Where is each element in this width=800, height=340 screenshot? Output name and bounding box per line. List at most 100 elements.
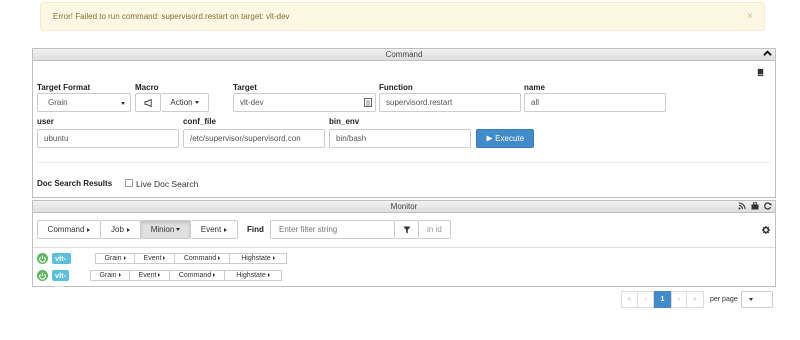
target-input[interactable]: vlt-dev [233, 93, 376, 112]
minion-id-badge: vlt-dev [52, 253, 71, 274]
briefcase-icon[interactable] [751, 202, 759, 213]
pagination-first[interactable]: « [621, 291, 638, 308]
live-doc-search-checkbox[interactable] [125, 179, 133, 187]
pagination-next[interactable]: › [671, 291, 687, 308]
bin-env-value: bin/bash [336, 134, 367, 143]
divider [37, 162, 770, 163]
caret-down-icon [749, 298, 753, 301]
tab-minion-label: Minion [150, 225, 175, 234]
command-panel: Command [32, 48, 776, 198]
alert-message: Error! Failed to run command: supervisor… [53, 12, 290, 21]
command-label: Command [178, 272, 212, 279]
tab-event-label: Event [200, 225, 222, 234]
command-button[interactable]: Command [175, 253, 230, 264]
caret-right-icon [213, 273, 216, 278]
command-panel-header: Command [33, 49, 775, 61]
execute-label: Execute [495, 134, 525, 143]
event-button[interactable]: Event [135, 253, 175, 264]
event-label: Event [138, 272, 157, 279]
highstate-label: Highstate [241, 255, 271, 262]
bullhorn-icon [144, 98, 153, 108]
target-format-label: Target Format [37, 83, 91, 92]
filter-input[interactable] [270, 220, 395, 239]
monitor-panel-header: Monitor [33, 201, 775, 213]
caret-down-icon [194, 101, 199, 105]
grain-label: Grain [99, 272, 117, 279]
function-input[interactable]: supervisord.restart [379, 93, 521, 112]
user-label: user [37, 117, 54, 126]
monitor-panel-title: Monitor [390, 202, 418, 211]
in-id-toggle[interactable]: in id [419, 220, 451, 239]
macro-label: Macro [135, 83, 159, 92]
user-value: ubuntu [44, 134, 69, 143]
caret-right-icon [224, 227, 228, 232]
name-input[interactable]: all [524, 93, 666, 112]
divider [33, 247, 775, 248]
bin-env-input[interactable]: bin/bash [329, 129, 471, 148]
book-icon[interactable] [756, 68, 765, 79]
pagination-page-current[interactable]: 1 [654, 291, 671, 308]
caret-right-icon [87, 227, 91, 232]
command-panel-title: Command [385, 50, 423, 59]
conf-file-label: conf_file [183, 117, 216, 126]
caret-right-icon [158, 273, 161, 278]
caret-down-icon [121, 102, 125, 105]
highstate-label: Highstate [236, 272, 266, 279]
caret-down-icon [176, 228, 181, 232]
grain-button[interactable]: Grain [90, 270, 130, 281]
name-label: name [524, 83, 545, 92]
settings-cog-icon[interactable] [762, 226, 770, 236]
tab-command[interactable]: Command [37, 220, 101, 239]
event-label: Event [143, 255, 162, 262]
grain-button[interactable]: Grain [95, 253, 135, 264]
bin-env-label: bin_env [329, 117, 360, 126]
in-id-label: in id [427, 225, 442, 234]
action-dropdown-button[interactable]: Action [161, 93, 209, 112]
caret-right-icon [267, 273, 270, 278]
filter-button[interactable] [395, 220, 419, 239]
status-online-icon [37, 270, 48, 281]
live-doc-search-label: Live Doc Search [136, 179, 199, 189]
highstate-button[interactable]: Highstate [225, 270, 282, 281]
doc-search-results-label: Doc Search Results [37, 179, 113, 188]
status-online-icon [37, 253, 48, 264]
pagination-last[interactable]: » [687, 291, 704, 308]
rss-icon[interactable] [738, 202, 746, 213]
caret-right-icon [163, 256, 166, 261]
error-alert: Error! Failed to run command: supervisor… [40, 2, 765, 31]
tab-job-label: Job [111, 225, 124, 234]
list-icon[interactable] [364, 98, 372, 109]
highstate-button[interactable]: Highstate [230, 253, 287, 264]
execute-button[interactable]: Execute [476, 129, 534, 148]
close-icon[interactable]: × [747, 11, 753, 22]
tab-event[interactable]: Event [191, 220, 238, 239]
function-label: Function [379, 83, 413, 92]
target-format-select[interactable]: Grain [37, 93, 131, 112]
event-button[interactable]: Event [130, 270, 170, 281]
grain-label: Grain [104, 255, 122, 262]
target-label: Target [233, 83, 257, 92]
per-page-label: per page [710, 296, 738, 303]
play-icon [486, 134, 495, 143]
tab-command-label: Command [47, 225, 85, 234]
tab-job[interactable]: Job [101, 220, 141, 239]
conf-file-input[interactable]: /etc/supervisor/supervisord.con [183, 129, 325, 148]
filter-icon [403, 225, 411, 234]
tab-minion[interactable]: Minion [141, 220, 191, 239]
refresh-icon[interactable] [764, 202, 772, 213]
target-value: vlt-dev [240, 98, 264, 107]
command-button[interactable]: Command [170, 270, 225, 281]
caret-right-icon [123, 256, 126, 261]
caret-right-icon [272, 256, 275, 261]
target-format-value: Grain [48, 98, 68, 107]
caret-right-icon [118, 273, 121, 278]
caret-right-icon [218, 256, 221, 261]
per-page-select[interactable] [741, 291, 773, 308]
chevron-up-icon[interactable] [763, 49, 772, 61]
find-label: Find [247, 225, 264, 234]
caret-right-icon [126, 227, 130, 232]
user-input[interactable]: ubuntu [37, 129, 179, 148]
macro-button[interactable] [135, 93, 161, 112]
pagination-prev[interactable]: ‹ [638, 291, 654, 308]
minion-id-badge: vlt-qa [52, 270, 70, 291]
